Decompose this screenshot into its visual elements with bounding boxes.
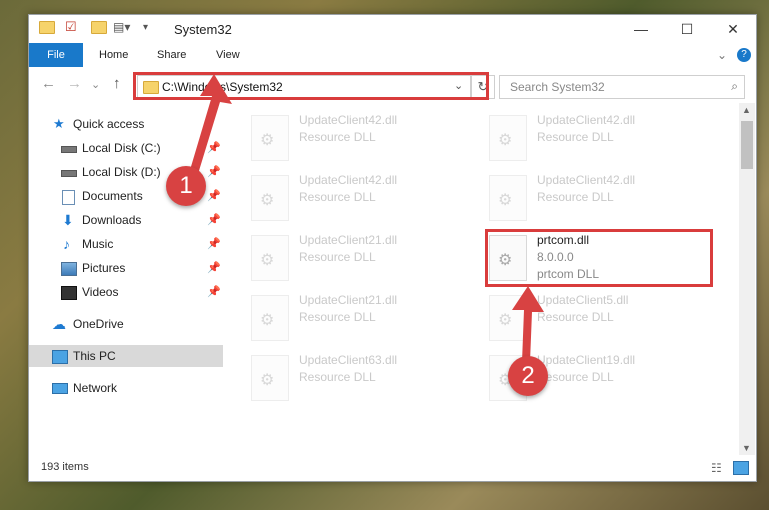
step-marker-2: 2 (508, 356, 548, 396)
step-marker-1: 1 (166, 166, 206, 206)
arrow-2 (512, 286, 544, 362)
arrow-1 (190, 74, 232, 174)
annotation-arrows (190, 74, 544, 362)
